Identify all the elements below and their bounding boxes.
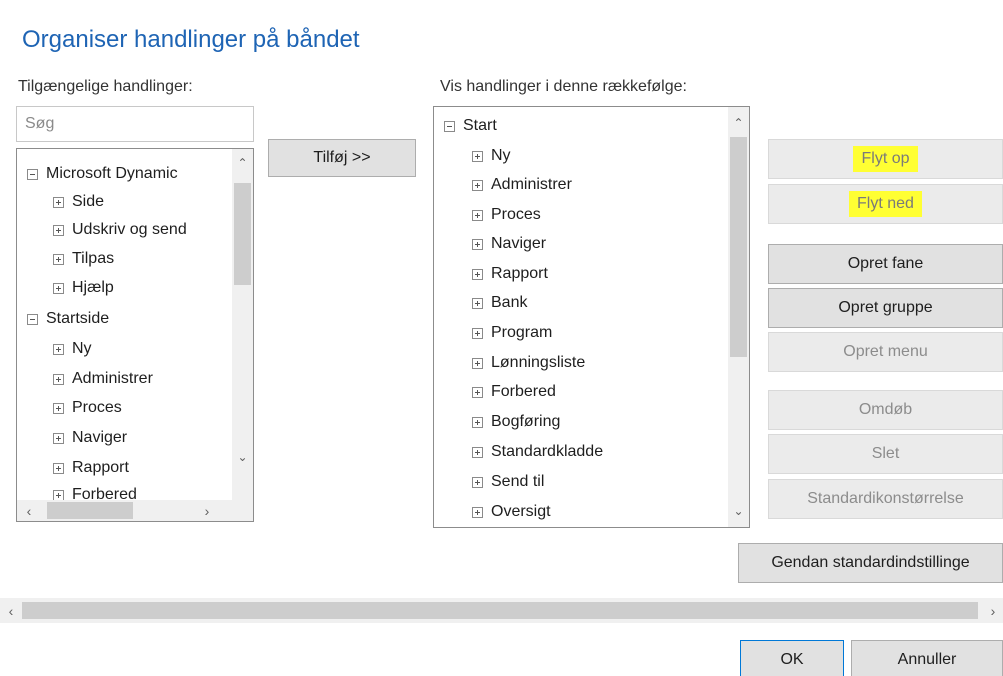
tree-node[interactable]: Rapport [472, 259, 548, 289]
tree-node[interactable]: Proces [472, 200, 541, 230]
default-icon-size-button[interactable]: Standardikonstørrelse [768, 479, 1003, 519]
dialog-title: Organiser handlinger på båndet [22, 26, 360, 53]
tree-node[interactable]: Administrer [53, 364, 153, 394]
expand-icon[interactable] [472, 238, 483, 250]
tree-node[interactable]: Udskriv og send [53, 215, 187, 245]
ok-button[interactable]: OK [740, 640, 844, 676]
collapse-icon[interactable] [27, 313, 38, 325]
delete-button[interactable]: Slet [768, 434, 1003, 474]
tree-node[interactable]: Startside [27, 304, 109, 334]
available-actions-label: Tilgængelige handlinger: [18, 78, 193, 95]
tree-node[interactable]: Proces [53, 393, 122, 423]
scroll-down-icon[interactable]: ⌄ [728, 501, 749, 521]
scrollbar-thumb[interactable] [730, 137, 747, 357]
tree-node[interactable]: Start [444, 111, 497, 141]
expand-icon[interactable] [53, 253, 64, 265]
scrollbar-thumb[interactable] [22, 602, 978, 619]
expand-icon[interactable] [472, 446, 483, 458]
tree-node[interactable]: Hjælp [53, 273, 114, 303]
tree-node[interactable]: Program [472, 318, 552, 348]
expand-icon[interactable] [53, 462, 64, 474]
expand-icon[interactable] [472, 506, 483, 518]
create-menu-button[interactable]: Opret menu [768, 332, 1003, 372]
tree-node[interactable]: Bank [472, 288, 527, 318]
expand-icon[interactable] [472, 357, 483, 369]
expand-icon[interactable] [472, 476, 483, 488]
tree-node[interactable]: Side [53, 187, 104, 217]
order-actions-label: Vis handlinger i denne rækkefølge: [440, 78, 687, 95]
scroll-right-icon[interactable]: › [197, 500, 217, 521]
add-button[interactable]: Tilføj >> [268, 139, 416, 177]
expand-icon[interactable] [53, 343, 64, 355]
collapse-icon[interactable] [27, 168, 38, 180]
available-actions-tree[interactable]: Microsoft Dynamic Side Udskriv og send T… [16, 148, 254, 522]
expand-icon[interactable] [53, 402, 64, 414]
scroll-left-icon[interactable]: ‹ [19, 500, 39, 521]
expand-icon[interactable] [472, 416, 483, 428]
expand-icon[interactable] [53, 489, 64, 500]
search-field[interactable] [16, 106, 254, 142]
expand-icon[interactable] [472, 268, 483, 280]
rename-button[interactable]: Omdøb [768, 390, 1003, 430]
expand-icon[interactable] [53, 282, 64, 294]
tree-node[interactable]: Standardkladde [472, 437, 603, 467]
tree-node[interactable]: Forbered [53, 480, 137, 500]
expand-icon[interactable] [472, 179, 483, 191]
cancel-button[interactable]: Annuller [851, 640, 1003, 676]
create-tab-button[interactable]: Opret fane [768, 244, 1003, 284]
expand-icon[interactable] [472, 386, 483, 398]
tree-node[interactable]: Bogføring [472, 407, 560, 437]
scrollbar-thumb[interactable] [234, 183, 251, 285]
create-group-button[interactable]: Opret gruppe [768, 288, 1003, 328]
tree-node[interactable]: Naviger [53, 423, 127, 453]
vertical-scrollbar[interactable]: ⌃ ⌄ [728, 107, 749, 527]
tree-node[interactable]: Microsoft Dynamic [27, 159, 178, 189]
tree-node[interactable]: Send til [472, 467, 544, 497]
expand-icon[interactable] [472, 209, 483, 221]
expand-icon[interactable] [472, 297, 483, 309]
vertical-scrollbar[interactable]: ⌃ ⌄ [232, 149, 253, 501]
horizontal-scrollbar[interactable]: ‹ › [17, 500, 253, 521]
restore-defaults-button[interactable]: Gendan standardindstillinge [738, 543, 1003, 583]
tree-node[interactable]: Tilpas [53, 244, 114, 274]
scroll-up-icon[interactable]: ⌃ [728, 113, 749, 133]
expand-icon[interactable] [472, 327, 483, 339]
expand-icon[interactable] [53, 373, 64, 385]
scroll-left-icon[interactable]: ‹ [1, 600, 21, 621]
tree-node[interactable]: Forbered [472, 377, 556, 407]
expand-icon[interactable] [53, 224, 64, 236]
tree-node[interactable]: Lønningsliste [472, 348, 585, 378]
tree-node[interactable]: Oversigt [472, 497, 551, 527]
ordered-actions-tree[interactable]: Start Ny Administrer Proces Naviger Rapp… [433, 106, 750, 528]
move-down-button[interactable]: Flyt ned [768, 184, 1003, 224]
expand-icon[interactable] [53, 432, 64, 444]
expand-icon[interactable] [53, 196, 64, 208]
search-input[interactable] [17, 107, 253, 141]
tree-node[interactable]: Ny [53, 334, 92, 364]
scroll-down-icon[interactable]: ⌄ [232, 447, 253, 467]
tree-node[interactable]: Ny [472, 141, 511, 171]
scrollbar-thumb[interactable] [47, 502, 133, 519]
expand-icon[interactable] [472, 150, 483, 162]
tree-node[interactable]: Administrer [472, 170, 572, 200]
move-up-button[interactable]: Flyt op [768, 139, 1003, 179]
tree-node[interactable]: Naviger [472, 229, 546, 259]
scroll-right-icon[interactable]: › [983, 600, 1003, 621]
scroll-up-icon[interactable]: ⌃ [232, 153, 253, 173]
tree-node[interactable]: Rapport [53, 453, 129, 483]
dialog-horizontal-scrollbar[interactable]: ‹ › [0, 598, 1003, 623]
collapse-icon[interactable] [444, 120, 455, 132]
